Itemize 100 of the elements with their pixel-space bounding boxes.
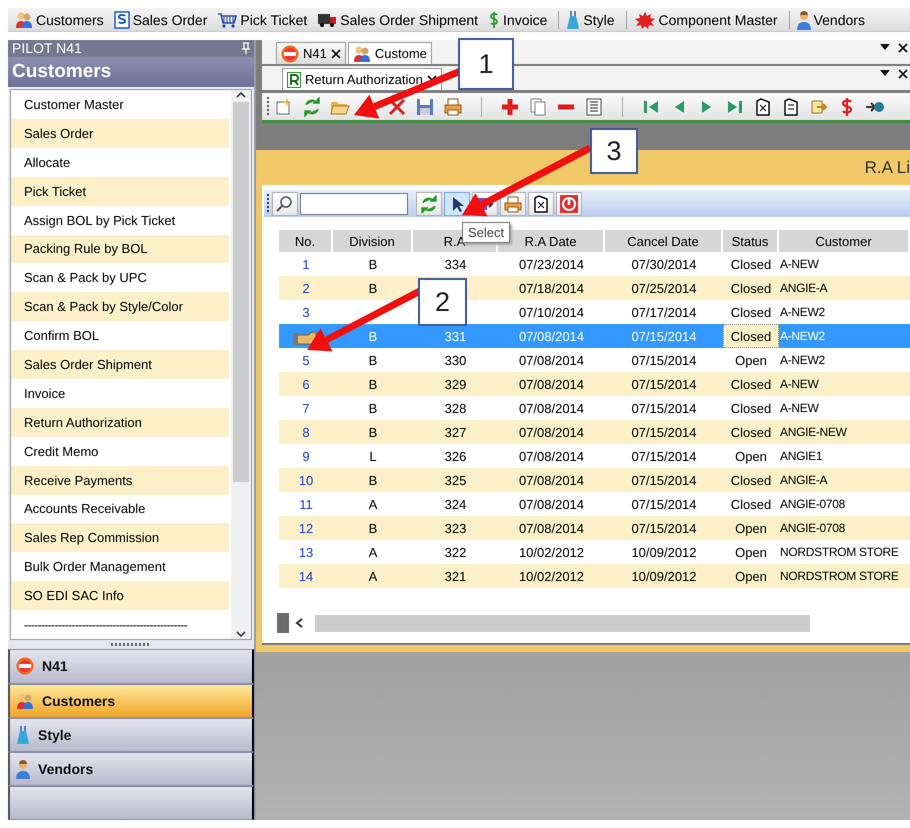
table-cell-text: Open: [734, 448, 768, 466]
table-cell-text: 10/09/2012: [630, 544, 698, 562]
dropdown-icon[interactable]: [880, 69, 890, 77]
table-cell-text: 07/15/2014: [630, 472, 698, 490]
table-cell-text: 07/08/2014: [518, 352, 586, 370]
column-header[interactable]: Division: [333, 230, 413, 252]
delete-icon[interactable]: [387, 96, 407, 116]
close-icon[interactable]: [898, 43, 908, 53]
list-icon[interactable]: [584, 96, 604, 116]
table-cell-text: 325: [444, 472, 468, 490]
toolbar-button[interactable]: Customers: [36, 12, 104, 28]
scrollbar[interactable]: [231, 90, 251, 639]
table-cell-text: 07/15/2014: [630, 520, 698, 538]
menu-item[interactable]: Credit Memo: [11, 436, 229, 466]
table-cell-text: B: [368, 520, 378, 538]
menu-item[interactable]: Bulk Order Management: [11, 552, 229, 582]
refresh-icon[interactable]: [420, 194, 438, 212]
toolbar-button[interactable]: Vendors: [814, 12, 865, 28]
table-cell-text: B: [368, 472, 378, 490]
table-cell-text: B: [368, 400, 378, 418]
table-cell-text: 9: [301, 448, 311, 466]
nav-button[interactable]: [8, 786, 254, 820]
copy-icon[interactable]: [528, 96, 548, 116]
menu-item[interactable]: ------------------------------------------------: [11, 610, 229, 639]
table-cell-text: Closed: [730, 496, 772, 514]
dropdown-icon[interactable]: [880, 43, 890, 51]
table-cell-text: Open: [734, 568, 768, 586]
nav-button[interactable]: Style: [8, 718, 254, 752]
nav-button[interactable]: Vendors: [8, 752, 254, 786]
power-icon[interactable]: [560, 194, 578, 212]
menu-item[interactable]: Scan & Pack by Style/Color: [11, 292, 229, 322]
printer-icon[interactable]: [504, 194, 522, 212]
table-cell-text: 321: [444, 568, 468, 586]
table-cell-text: 07/18/2014: [518, 280, 586, 298]
chevron-left-icon[interactable]: [295, 618, 303, 628]
toolbar-button[interactable]: Invoice: [503, 12, 548, 28]
scrollbar-thumb[interactable]: [315, 614, 810, 632]
refresh-icon[interactable]: [302, 96, 322, 116]
search-icon[interactable]: [276, 194, 294, 212]
chevron-up-icon[interactable]: [236, 90, 246, 98]
callout-box: 2: [418, 278, 467, 326]
people-icon: [16, 692, 34, 710]
menu-item[interactable]: Pick Ticket: [11, 176, 229, 206]
column-header[interactable]: Customer: [779, 230, 910, 252]
column-header[interactable]: Cancel Date: [605, 230, 723, 252]
toolbar-button[interactable]: Sales Order: [132, 12, 208, 28]
toolbar-button[interactable]: Sales Order Shipment: [340, 12, 478, 28]
nav-button[interactable]: Customers: [8, 684, 254, 718]
nav-button[interactable]: N41: [8, 649, 254, 684]
table-cell-text: 07/08/2014: [518, 400, 586, 418]
people-icon: [352, 44, 371, 62]
document-icon[interactable]: [532, 194, 550, 212]
table-cell-text: 10/02/2012: [518, 568, 586, 586]
table-cell-text: A-NEW2: [779, 352, 826, 369]
toolbar-button[interactable]: Component Master: [658, 12, 778, 28]
printer-icon[interactable]: [443, 96, 463, 116]
tab[interactable]: Return Authorization: [282, 68, 442, 90]
menu-item[interactable]: Sales Order: [11, 118, 229, 148]
menu-item[interactable]: Assign BOL by Pick Ticket: [11, 206, 229, 235]
logo-icon: [281, 44, 299, 62]
table-cell-text: 10/09/2012: [630, 568, 698, 586]
column-header[interactable]: Status: [723, 230, 779, 252]
toolbar-grip[interactable]: [266, 192, 270, 214]
menu-item[interactable]: Sales Order Shipment: [11, 350, 229, 379]
menu-item[interactable]: Packing Rule by BOL: [11, 234, 229, 264]
dress-icon[interactable]: [16, 724, 30, 745]
table-cell-text: 323: [444, 520, 468, 538]
toolbar-button[interactable]: Style: [583, 12, 615, 28]
toolbar-button[interactable]: Pick Ticket: [240, 12, 308, 28]
menu-item[interactable]: Accounts Receivable: [11, 494, 229, 524]
table-cell-text: 7: [301, 400, 311, 418]
menu-item[interactable]: Return Authorization: [11, 408, 229, 437]
menu-item[interactable]: Confirm BOL: [11, 321, 229, 350]
menu-item[interactable]: SO EDI SAC Info: [11, 581, 229, 610]
chevron-down-icon[interactable]: [236, 630, 246, 639]
menu-item[interactable]: Allocate: [11, 148, 229, 177]
close-icon[interactable]: [330, 48, 341, 58]
splitter-grip[interactable]: [111, 643, 151, 646]
person-icon: [16, 758, 30, 779]
dollar-icon: [488, 10, 500, 28]
tab[interactable]: N41: [276, 42, 346, 64]
table-cell-text: ANGIE-NEW: [779, 424, 848, 441]
save-icon[interactable]: [415, 96, 435, 116]
menu-item[interactable]: Receive Payments: [11, 466, 229, 495]
column-header[interactable]: No.: [279, 230, 333, 252]
table-cell-text: ANGIE1: [779, 448, 824, 465]
table-cell-text: B: [368, 256, 378, 274]
search-field[interactable]: [300, 192, 408, 214]
menu-item[interactable]: Invoice: [11, 378, 229, 408]
pin-icon[interactable]: [242, 42, 250, 54]
table-cell-text: NORDSTROM STORE: [779, 544, 900, 561]
document-icon: [114, 10, 130, 28]
menu-item[interactable]: Sales Rep Commission: [11, 523, 229, 552]
tab[interactable]: Custome: [348, 42, 432, 64]
add-icon[interactable]: [500, 96, 520, 116]
table-cell-text: 07/10/2014: [518, 304, 586, 322]
menu-item[interactable]: Scan & Pack by UPC: [11, 263, 229, 292]
close-icon[interactable]: [898, 69, 908, 79]
table-cell-text: 14: [298, 568, 314, 586]
menu-item[interactable]: Customer Master: [11, 90, 229, 119]
